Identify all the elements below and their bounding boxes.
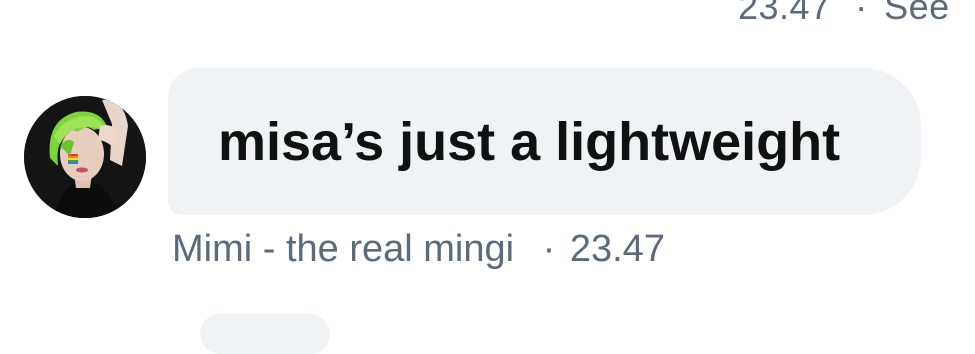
see-link[interactable]: See xyxy=(884,0,950,27)
message-text: misa’s just a lightweight xyxy=(218,111,841,172)
message-bubble[interactable]: misa’s just a lightweight xyxy=(168,68,921,215)
next-message-bubble[interactable] xyxy=(200,314,330,354)
previous-message-meta: 23.47 · See xyxy=(738,0,950,28)
meta-separator: · xyxy=(542,228,556,270)
message-meta: Mimi - the real mingi · 23.47 xyxy=(172,228,665,271)
previous-meta-separator: · xyxy=(855,0,868,27)
avatar[interactable] xyxy=(24,96,146,218)
message-time: 23.47 xyxy=(569,228,665,270)
author-name[interactable]: Mimi - the real mingi xyxy=(172,228,514,270)
previous-message-time: 23.47 xyxy=(738,0,831,27)
avatar-photo-icon xyxy=(24,96,146,218)
